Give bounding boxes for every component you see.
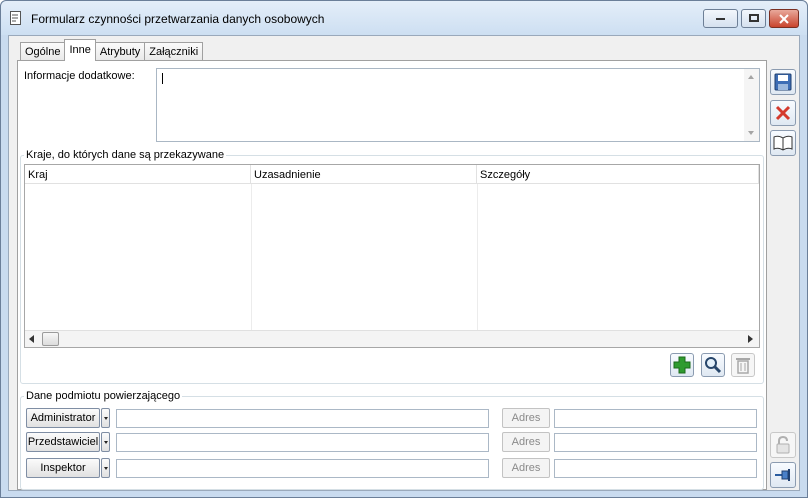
cancel-button[interactable] [770,100,796,126]
administrator-field[interactable] [116,409,489,428]
info-label: Informacje dodatkowe: [24,70,135,82]
countries-table[interactable]: Kraj Uzasadnienie Szczegóły [24,164,760,348]
administrator-adres-field[interactable] [554,409,757,428]
info-vertical-scrollbar[interactable] [744,69,759,141]
scrollbar-thumb[interactable] [42,332,59,346]
unlock-button[interactable] [770,432,796,458]
administrator-adres-button[interactable]: Adres [502,408,550,428]
administrator-dropdown[interactable] [101,408,110,428]
inspektor-adres-button[interactable]: Adres [502,458,550,478]
title-bar: Formularz czynności przetwarzania danych… [1,1,807,35]
pin-icon [775,469,790,481]
table-horizontal-scrollbar[interactable] [25,330,759,347]
maximize-button[interactable] [741,9,766,28]
close-window-button[interactable] [769,9,799,28]
column-divider [477,184,478,331]
scroll-up-icon[interactable] [748,75,754,79]
przedstawiciel-field[interactable] [116,433,489,452]
help-book-button[interactable] [770,130,796,156]
pin-button[interactable] [770,462,796,488]
save-button[interactable] [770,69,796,95]
tab-zalaczniki[interactable]: Załączniki [144,42,204,61]
column-header-uzasadnienie[interactable]: Uzasadnienie [251,165,477,184]
entrusting-group-title: Dane podmiotu powierzającego [24,390,183,402]
restore-icon [748,14,759,22]
scroll-right-icon[interactable] [748,335,754,343]
window-title: Formularz czynności przetwarzania danych… [31,12,325,26]
przedstawiciel-adres-button[interactable]: Adres [502,432,550,452]
close-icon [779,13,789,24]
lock-icon [776,436,790,454]
column-header-szczegoly[interactable]: Szczegóły [477,165,759,184]
tab-inne[interactable]: Inne [64,39,96,61]
add-icon [673,356,691,374]
form-document-icon [10,11,21,25]
cancel-icon [775,105,791,121]
inspektor-field[interactable] [116,459,489,478]
add-country-button[interactable] [670,353,694,377]
scroll-down-icon[interactable] [748,131,754,135]
minimize-button[interactable] [703,9,738,28]
save-icon [774,73,792,91]
inspektor-adres-field[interactable] [554,459,757,478]
column-header-kraj[interactable]: Kraj [25,165,251,184]
countries-group-title: Kraje, do których dane są przekazywane [24,149,227,161]
inspektor-button[interactable]: Inspektor [26,458,100,478]
tab-panel-inne: Informacje dodatkowe: Kraje, do których … [17,60,767,490]
administrator-button[interactable]: Administrator [26,408,100,428]
inspektor-dropdown[interactable] [101,458,110,478]
tab-ogolne[interactable]: Ogólne [20,42,66,61]
column-divider [251,184,252,331]
text-caret [162,73,163,84]
minimize-icon [715,17,725,20]
main-window: Formularz czynności przetwarzania danych… [0,0,808,498]
form-client-area: Ogólne Inne Atrybuty Załączniki Informac… [8,35,800,491]
view-country-button[interactable] [701,353,725,377]
przedstawiciel-dropdown[interactable] [101,432,110,452]
scroll-left-icon[interactable] [29,335,35,343]
przedstawiciel-adres-field[interactable] [554,433,757,452]
przedstawiciel-button[interactable]: Przedstawiciel [26,432,100,452]
book-icon [773,135,793,151]
info-textarea[interactable] [156,68,760,142]
search-icon [705,357,722,374]
tab-strip: Ogólne Inne Atrybuty Załączniki [20,39,204,61]
delete-country-button[interactable] [731,353,755,377]
trash-icon [736,358,750,374]
tab-atrybuty[interactable]: Atrybuty [94,42,146,61]
